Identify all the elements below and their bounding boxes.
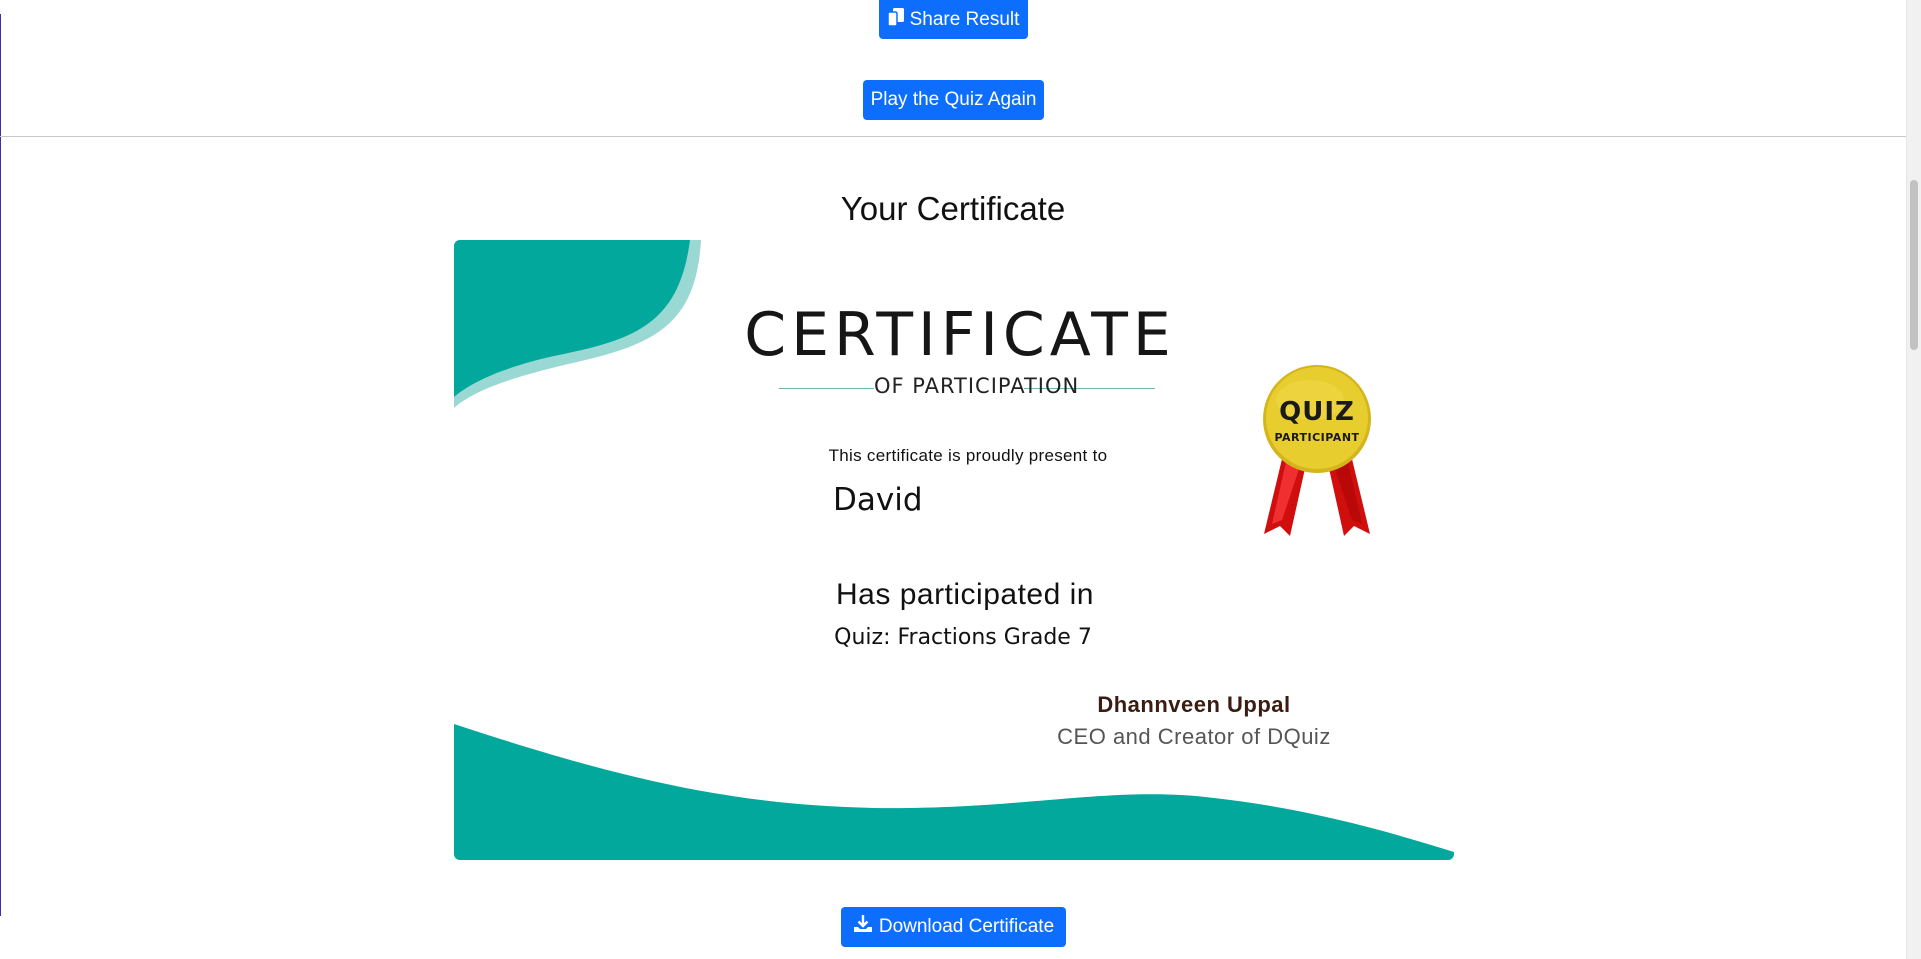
left-edge-line [0, 14, 1, 916]
recipient-name: David [833, 482, 923, 518]
badge-line1: QUIZ [1279, 397, 1355, 427]
certificate-subheading: OF PARTICIPATION [874, 374, 1080, 398]
medal-icon [1263, 365, 1371, 536]
section-divider [0, 136, 1906, 137]
signer-name: Dhannveen Uppal [1097, 692, 1291, 717]
badge-line2: PARTICIPANT [1274, 431, 1360, 444]
share-result-button[interactable]: Share Result [879, 0, 1028, 39]
quiz-participant-badge: QUIZ PARTICIPANT [1242, 364, 1392, 539]
download-certificate-button[interactable]: Download Certificate [841, 907, 1066, 947]
page: Share Result Play the Quiz Again Your Ce… [0, 0, 1921, 959]
play-quiz-again-button[interactable]: Play the Quiz Again [863, 80, 1044, 120]
page-scrollbar[interactable] [1906, 0, 1921, 959]
share-result-label: Share Result [909, 8, 1020, 30]
download-icon [853, 914, 873, 940]
participated-text: Has participated in [836, 578, 1094, 611]
certificate-heading: CERTIFICATE [744, 300, 1176, 370]
quiz-name: Quiz: Fractions Grade 7 [834, 625, 1092, 650]
signer-role: CEO and Creator of DQuiz [1057, 724, 1331, 749]
section-title: Your Certificate [840, 190, 1066, 227]
download-certificate-label: Download Certificate [878, 916, 1055, 937]
copy-icon [886, 7, 904, 32]
certificate-card: CERTIFICATE OF PARTICIPATION This certif… [454, 240, 1454, 860]
play-quiz-again-label: Play the Quiz Again [870, 89, 1037, 110]
scrollbar-thumb[interactable] [1910, 180, 1918, 350]
